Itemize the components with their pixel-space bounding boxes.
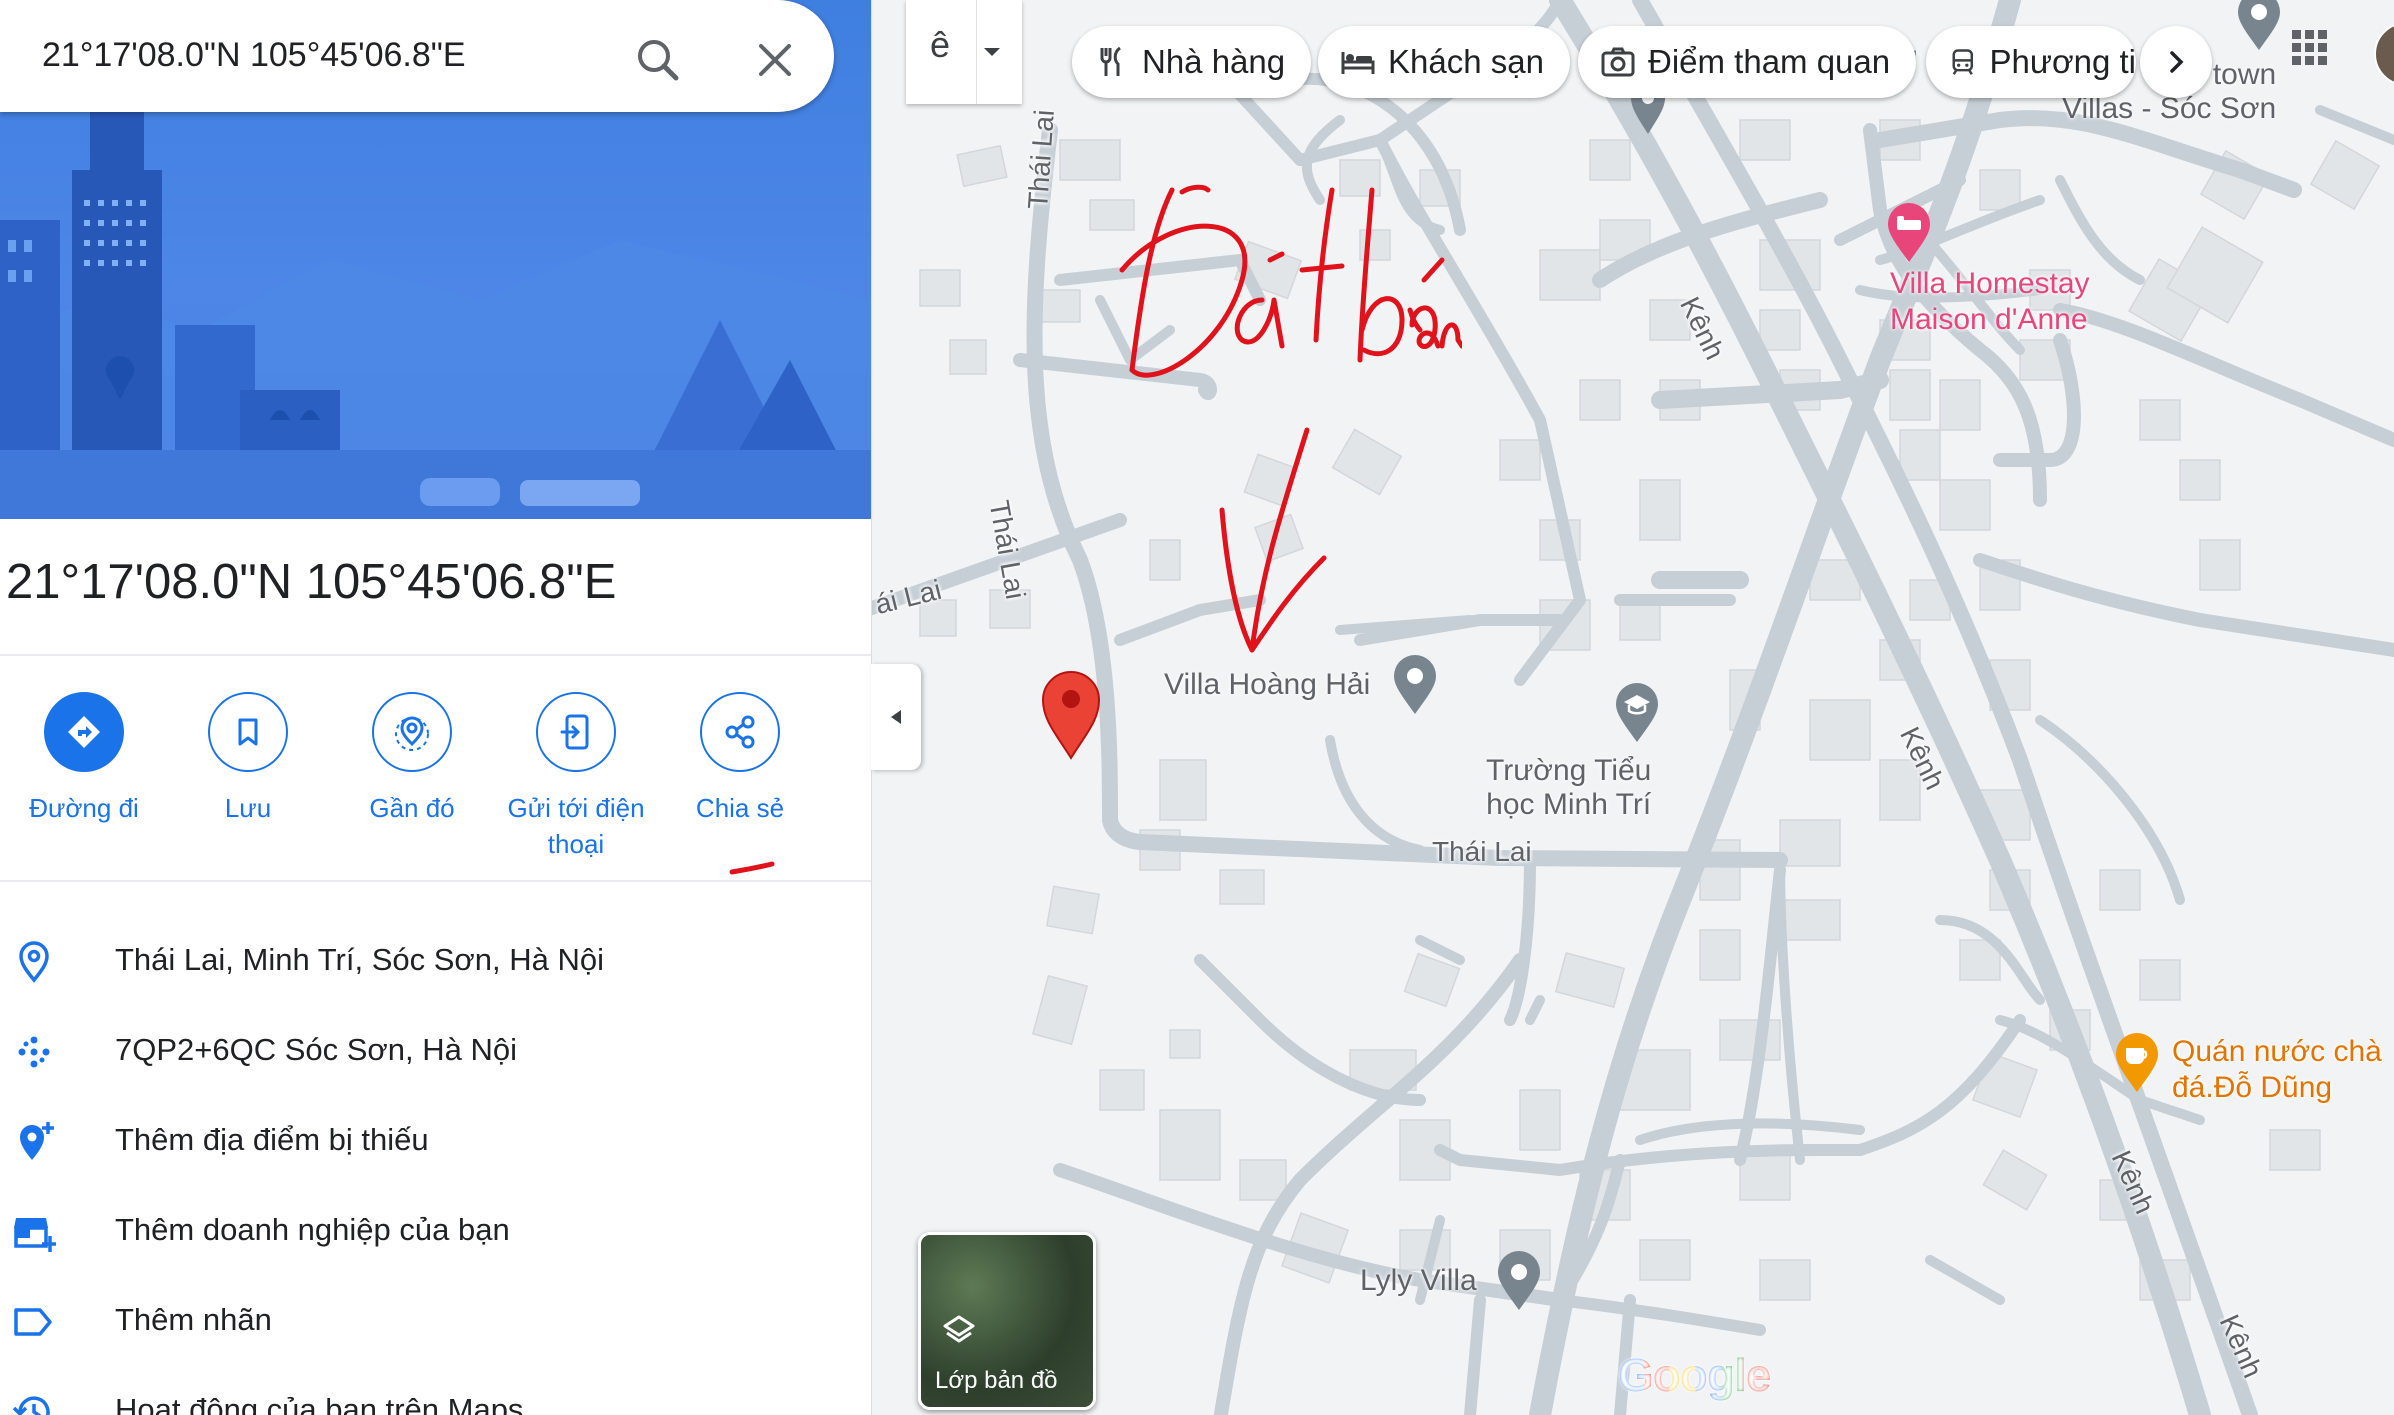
address-row[interactable]: Thái Lai, Minh Trí, Sóc Sơn, Hà Nội xyxy=(0,918,871,1008)
input-tools-button[interactable]: ê xyxy=(906,0,1022,104)
chevron-right-icon xyxy=(2170,51,2184,73)
save-button[interactable]: Lưu xyxy=(166,692,330,826)
place-title: 21°17'08.0"N 105°45'06.8"E xyxy=(6,555,617,609)
camera-icon xyxy=(1601,47,1635,77)
hotel-icon xyxy=(1341,52,1375,74)
divider xyxy=(0,654,871,656)
add-missing-place-row[interactable]: Thêm địa điểm bị thiếu xyxy=(0,1098,871,1188)
chip-transit[interactable]: Phương ti xyxy=(1926,26,2136,98)
maps-activity-text: Hoạt động của bạn trên Maps xyxy=(115,1392,524,1415)
lyly-villa-pin-icon[interactable] xyxy=(1494,1248,1544,1312)
chips-next-button[interactable] xyxy=(2140,26,2212,98)
add-business-text: Thêm doanh nghiệp của bạn xyxy=(115,1212,510,1247)
add-label-row[interactable]: Thêm nhãn xyxy=(0,1278,871,1368)
share-label: Chia sẻ xyxy=(695,793,785,823)
transit-icon xyxy=(1952,49,1974,75)
address-text: Thái Lai, Minh Trí, Sóc Sơn, Hà Nội xyxy=(115,942,604,977)
chip-attractions[interactable]: Điểm tham quan xyxy=(1578,26,1917,98)
add-label-text: Thêm nhãn xyxy=(115,1302,272,1337)
road-label-thai-lai: Thái Lai xyxy=(1432,836,1532,867)
send-to-phone-label: Gửi tới điện thoại xyxy=(507,793,645,859)
add-place-icon xyxy=(20,1122,54,1160)
school-pin-icon[interactable] xyxy=(1612,680,1662,744)
collapse-panel-button[interactable] xyxy=(871,664,921,770)
plus-code-icon xyxy=(18,1036,50,1068)
villa-homestay-pin-icon[interactable] xyxy=(1884,200,1934,264)
plus-code-row[interactable]: 7QP2+6QC Sóc Sơn, Hà Nội xyxy=(0,1008,871,1098)
plus-code-text: 7QP2+6QC Sóc Sơn, Hà Nội xyxy=(115,1032,517,1067)
poi-label-truong-tieu-hoc[interactable]: Trường Tiểu học Minh Trí xyxy=(1486,754,1651,822)
town-villas-pin-icon[interactable] xyxy=(2234,0,2284,52)
apps-grid-icon[interactable] xyxy=(2290,28,2330,68)
search-icon xyxy=(638,40,679,81)
directions-label: Đường đi xyxy=(29,793,139,823)
directions-button[interactable]: Đường đi xyxy=(2,692,166,826)
poi-label-villa-homestay[interactable]: Villa Homestay Maison d'Anne xyxy=(1890,266,2090,338)
side-panel: 21°17'08.0"N 105°45'06.8"E 21°17'08.0"N … xyxy=(0,0,872,1415)
google-logo-text: Google xyxy=(1618,1349,1771,1401)
share-button[interactable]: Chia sẻ xyxy=(658,692,822,826)
layers-label: Lớp bản đồ xyxy=(935,1367,1058,1394)
search-input[interactable]: 21°17'08.0"N 105°45'06.8"E xyxy=(42,36,466,75)
search-box[interactable]: 21°17'08.0"N 105°45'06.8"E xyxy=(0,0,834,112)
chip-restaurants[interactable]: Nhà hàng xyxy=(1072,26,1312,98)
directions-icon xyxy=(68,716,100,748)
poi-label-lyly-villa[interactable]: Lyly Villa xyxy=(1360,1264,1477,1298)
map-canvas[interactable]: Thái Lai Thái Lai ái Lai Thái Lai Kênh K… xyxy=(872,0,2394,1415)
chip-transit-label: Phương ti xyxy=(1989,43,2136,80)
share-icon xyxy=(725,715,755,749)
red-underline-annotation xyxy=(729,861,775,875)
search-button[interactable] xyxy=(628,30,688,90)
add-business-row[interactable]: Thêm doanh nghiệp của bạn xyxy=(0,1188,871,1278)
save-label: Lưu xyxy=(224,793,272,823)
maps-activity-row[interactable]: Hoạt động của bạn trên Maps xyxy=(0,1368,871,1415)
nearby-button[interactable]: Gần đó xyxy=(330,692,494,826)
selected-location-marker-icon[interactable] xyxy=(1040,670,1102,760)
nearby-icon xyxy=(395,716,429,751)
send-to-phone-button[interactable]: Gửi tới điện thoại xyxy=(494,692,658,862)
close-button[interactable] xyxy=(745,30,805,90)
handwritten-annotation xyxy=(1119,184,1462,653)
chip-restaurants-label: Nhà hàng xyxy=(1142,43,1286,80)
chip-hotels[interactable]: Khách sạn xyxy=(1318,26,1570,98)
chip-hotels-label: Khách sạn xyxy=(1388,43,1544,80)
bookmark-icon xyxy=(238,718,258,746)
map-layers-button[interactable]: Lớp bản đồ xyxy=(918,1232,1096,1410)
nearby-label: Gần đó xyxy=(369,793,455,823)
chevron-down-icon[interactable] xyxy=(972,30,1012,70)
history-icon xyxy=(12,1396,50,1415)
label-icon xyxy=(14,1308,52,1336)
poi-label-quan-nuoc[interactable]: Quán nước chà đá.Đỗ Dũng xyxy=(2172,1034,2382,1106)
restaurant-icon xyxy=(1100,46,1121,76)
divider xyxy=(0,880,871,882)
google-logo: Google xyxy=(1618,1348,1771,1402)
add-missing-place-text: Thêm địa điểm bị thiếu xyxy=(115,1122,429,1157)
chevron-left-icon xyxy=(891,710,901,724)
cafe-pin-icon[interactable] xyxy=(2112,1030,2162,1094)
send-to-phone-icon xyxy=(560,714,589,750)
location-pin-icon xyxy=(19,941,49,983)
input-tool-label: ê xyxy=(930,24,951,65)
add-business-icon xyxy=(14,1218,56,1252)
layers-icon xyxy=(943,1315,975,1343)
chip-attractions-label: Điểm tham quan xyxy=(1648,43,1891,80)
close-icon xyxy=(759,44,791,76)
